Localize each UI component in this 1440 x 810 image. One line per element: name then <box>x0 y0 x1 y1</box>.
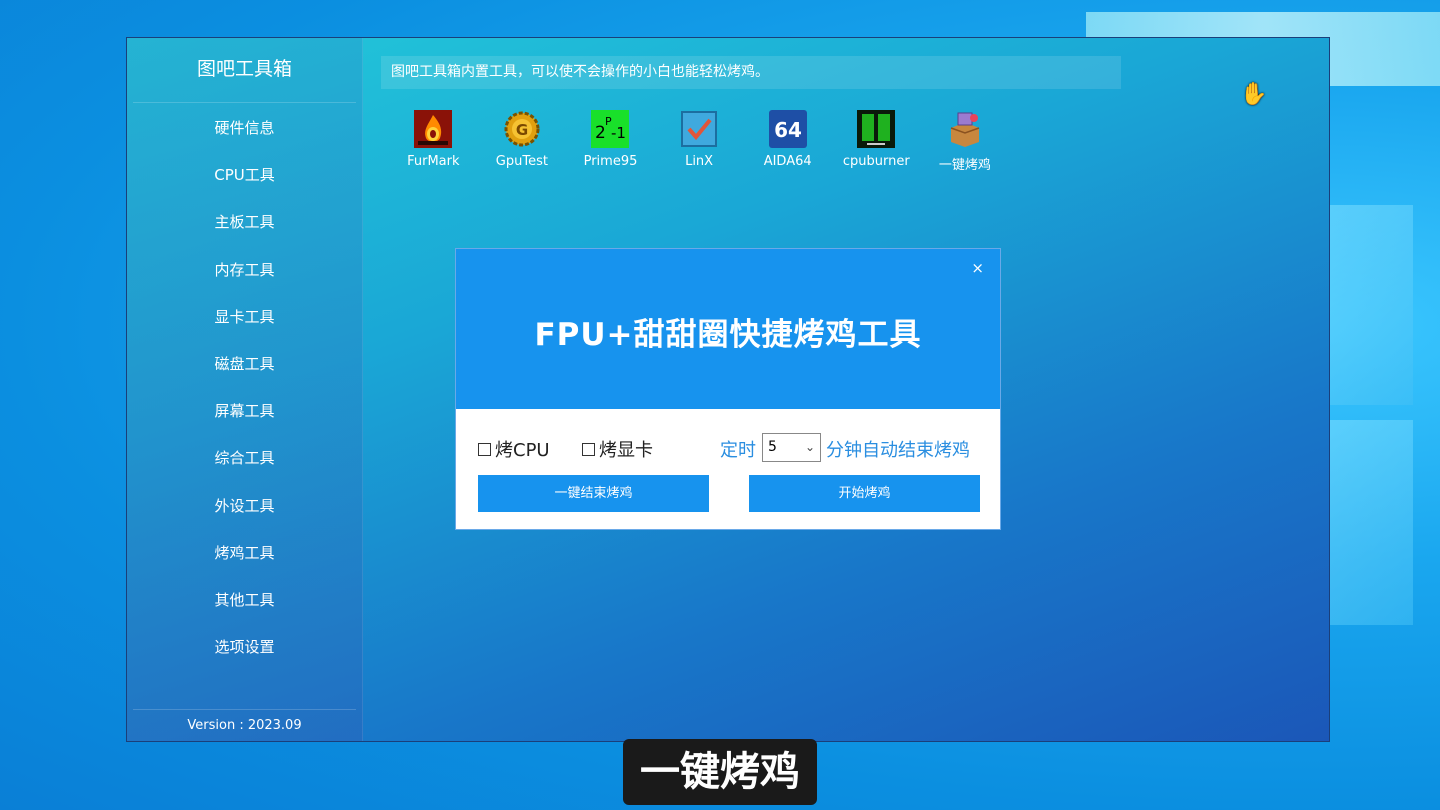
tool-cpuburner[interactable]: cpuburner <box>832 110 921 173</box>
cpuburner-icon <box>857 110 896 148</box>
checkbox-label: 烤CPU <box>495 440 550 461</box>
burn-cpu-checkbox[interactable]: 烤CPU <box>478 436 550 462</box>
sidebar-item-hardware-info[interactable]: 硬件信息 <box>127 116 362 163</box>
prime95-icon: 2 P -1 <box>591 110 630 148</box>
start-burn-button[interactable]: 开始烤鸡 <box>749 475 980 512</box>
version-label: Version : 2023.09 <box>187 718 302 733</box>
tool-label: AIDA64 <box>763 154 812 169</box>
video-subtitle: 一键烤鸡 <box>623 739 817 805</box>
timer-value: 5 <box>768 439 777 455</box>
tool-prime95[interactable]: 2 P -1 Prime95 <box>566 110 655 173</box>
timer-minutes-select[interactable]: 5 ⌄ <box>762 433 821 462</box>
tool-gputest[interactable]: G GpuTest <box>478 110 567 173</box>
sidebar-item-general-tools[interactable]: 综合工具 <box>127 446 362 493</box>
sidebar-item-peripheral-tools[interactable]: 外设工具 <box>127 494 362 541</box>
timer-label: 定时 <box>720 440 756 461</box>
stop-burn-button[interactable]: 一键结束烤鸡 <box>478 475 709 512</box>
sidebar-divider <box>133 709 356 710</box>
close-icon[interactable]: × <box>971 259 984 277</box>
linx-icon <box>680 110 718 148</box>
hand-cursor-icon: ✋ <box>1240 82 1268 107</box>
aida64-icon: 64 <box>768 110 807 148</box>
tool-label: GpuTest <box>495 154 548 169</box>
sidebar-item-burn-tools[interactable]: 烤鸡工具 <box>127 541 362 588</box>
sidebar-menu: 硬件信息 CPU工具 主板工具 内存工具 显卡工具 磁盘工具 屏幕工具 综合工具… <box>127 116 362 682</box>
burn-gpu-checkbox[interactable]: 烤显卡 <box>582 436 653 462</box>
sidebar-item-other-tools[interactable]: 其他工具 <box>127 588 362 635</box>
checkbox-box <box>478 442 491 456</box>
one-click-burn-icon <box>946 110 984 148</box>
tool-label: 一键烤鸡 <box>938 158 991 173</box>
sidebar-item-screen-tools[interactable]: 屏幕工具 <box>127 399 362 446</box>
dialog-header: FPU+甜甜圈快捷烤鸡工具 × <box>456 249 1000 409</box>
gputest-icon: G <box>503 110 541 148</box>
tool-list: FurMark G GpuTest 2 P -1 Prime95 LinX 64… <box>389 110 1009 173</box>
sidebar-item-gpu-tools[interactable]: 显卡工具 <box>127 305 362 352</box>
tool-label: Prime95 <box>583 154 638 169</box>
tool-furmark[interactable]: FurMark <box>389 110 478 173</box>
burn-dialog: FPU+甜甜圈快捷烤鸡工具 × 烤CPU 烤显卡 定时 5 ⌄ 分钟自动结束烤鸡… <box>455 248 1001 530</box>
windows-logo <box>1330 205 1415 625</box>
sidebar-item-memory-tools[interactable]: 内存工具 <box>127 258 362 305</box>
sidebar: 图吧工具箱 硬件信息 CPU工具 主板工具 内存工具 显卡工具 磁盘工具 屏幕工… <box>127 38 363 741</box>
checkbox-box <box>582 442 595 456</box>
furmark-icon <box>414 110 453 148</box>
sidebar-item-cpu-tools[interactable]: CPU工具 <box>127 163 362 210</box>
svg-text:G: G <box>516 121 528 139</box>
dialog-title: FPU+甜甜圈快捷烤鸡工具 <box>534 317 922 353</box>
sidebar-divider <box>133 102 356 103</box>
info-bar: 图吧工具箱内置工具，可以使不会操作的小白也能轻松烤鸡。 <box>381 56 1121 89</box>
sidebar-item-motherboard-tools[interactable]: 主板工具 <box>127 210 362 257</box>
tool-aida64[interactable]: 64 AIDA64 <box>743 110 832 173</box>
checkbox-label: 烤显卡 <box>599 440 653 461</box>
tool-label: cpuburner <box>842 154 910 169</box>
tool-label: FurMark <box>407 154 460 169</box>
tool-label: LinX <box>685 154 714 169</box>
svg-text:-1: -1 <box>611 124 626 142</box>
tool-one-click-burn[interactable]: 一键烤鸡 <box>921 110 1010 173</box>
svg-text:64: 64 <box>774 118 802 142</box>
chevron-down-icon: ⌄ <box>804 440 815 454</box>
app-title: 图吧工具箱 <box>196 58 292 80</box>
tool-linx[interactable]: LinX <box>655 110 744 173</box>
sidebar-item-disk-tools[interactable]: 磁盘工具 <box>127 352 362 399</box>
sidebar-item-settings[interactable]: 选项设置 <box>127 635 362 682</box>
timer-suffix: 分钟自动结束烤鸡 <box>826 440 970 461</box>
